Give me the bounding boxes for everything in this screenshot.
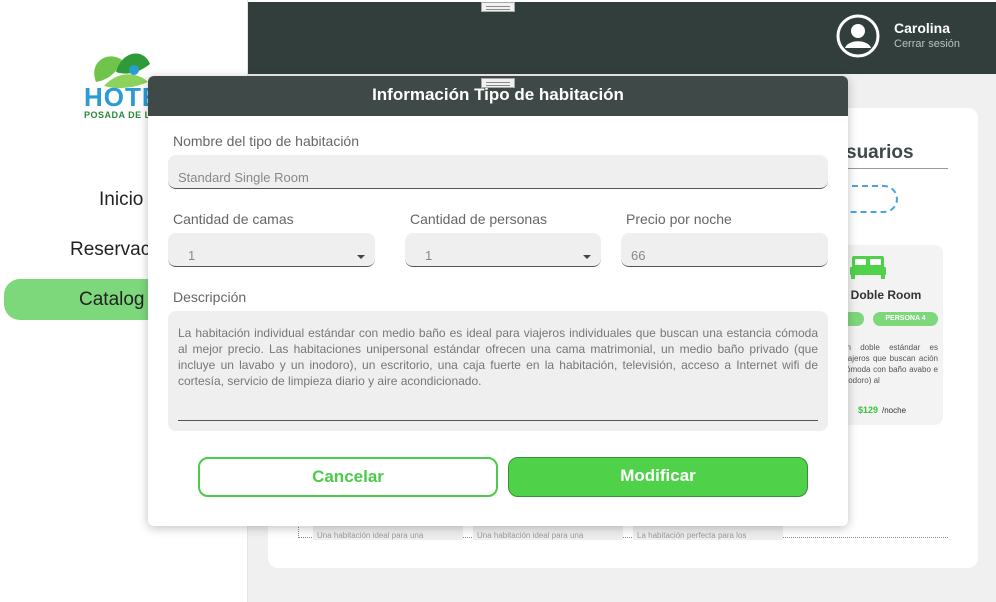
chevron-down-icon — [583, 255, 591, 259]
chevron-down-icon — [357, 255, 365, 259]
mini-room-card[interactable]: La habitación perfecta para los — [633, 526, 783, 540]
drag-handle-icon[interactable] — [481, 2, 515, 12]
user-name: Carolina — [894, 20, 951, 36]
description-text: La habitación individual estándar con me… — [178, 326, 818, 388]
mini-room-card[interactable]: Una habitación ideal para una — [313, 526, 463, 540]
sidebar-item-reservaciones[interactable]: Reservac — [70, 239, 150, 261]
price-field[interactable]: 66 — [621, 233, 828, 267]
beds-value: 1 — [188, 248, 196, 263]
logout-link[interactable]: Cerrar sesión — [894, 38, 960, 50]
room-title: d Doble Room — [840, 288, 922, 302]
top-bar — [248, 2, 996, 74]
drag-handle-icon[interactable] — [481, 78, 515, 88]
divider — [846, 168, 948, 169]
room-description: ón doble estándar es viajeros que buscan… — [842, 343, 938, 385]
description-textarea[interactable]: La habitación individual estándar con me… — [168, 311, 828, 431]
beds-select[interactable]: 1 — [168, 233, 375, 267]
logo-subtitle: POSADA DE L — [84, 110, 151, 120]
beds-label: Cantidad de camas — [173, 211, 294, 227]
cancel-button[interactable]: Cancelar — [198, 457, 498, 497]
mini-room-card[interactable]: Una habitación ideal para una — [473, 526, 623, 540]
section-title: suarios — [846, 142, 914, 163]
people-label: Cantidad de personas — [410, 211, 547, 227]
room-price-unit: /noche — [882, 406, 907, 415]
bed-icon — [850, 252, 886, 280]
user-avatar-icon[interactable] — [836, 14, 880, 58]
room-type-name-field[interactable]: Standard Single Room — [168, 155, 828, 189]
room-price: $129 — [858, 405, 879, 415]
modify-button[interactable]: Modificar — [508, 457, 808, 497]
price-label: Precio por noche — [626, 211, 732, 227]
people-value: 1 — [425, 248, 433, 263]
description-label: Descripción — [173, 289, 247, 305]
room-badge: PERSONA 4 — [873, 312, 938, 326]
dialog-title: Información Tipo de habitación — [372, 85, 624, 104]
name-label: Nombre del tipo de habitación — [173, 133, 360, 149]
description-underline — [178, 420, 818, 421]
sidebar-item-inicio[interactable]: Inicio — [99, 189, 143, 211]
people-select[interactable]: 1 — [405, 233, 601, 267]
